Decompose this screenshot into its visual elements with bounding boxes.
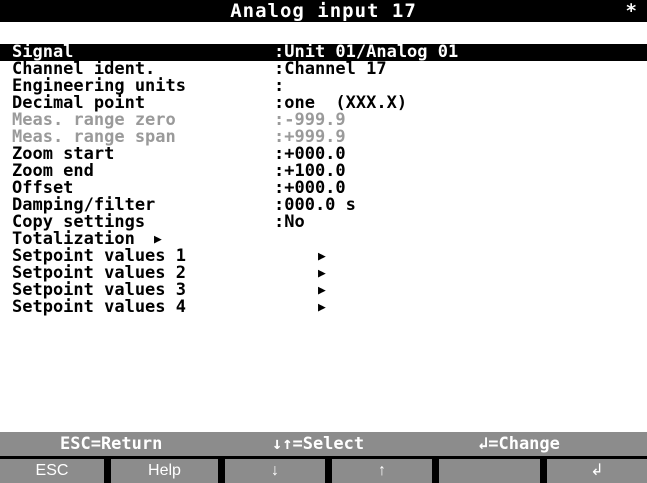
- down-button[interactable]: ↓: [225, 459, 325, 483]
- enter-button[interactable]: ↲: [547, 459, 647, 483]
- submenu-arrow-icon: ▶: [318, 249, 326, 264]
- esc-hint: ESC=Return: [60, 434, 163, 454]
- submenu-arrow-icon: ▶: [318, 283, 326, 298]
- modified-marker: *: [625, 0, 637, 22]
- menu-item-setpoint-values-4[interactable]: Setpoint values 4 ▶: [0, 299, 647, 316]
- blank-softkey[interactable]: [439, 459, 540, 483]
- softkey-bar: ESC Help ↓ ↑ ↲: [0, 456, 647, 483]
- esc-button[interactable]: ESC: [0, 459, 104, 483]
- change-hint: ↲=Change: [478, 434, 560, 454]
- menu-item-value: :No: [274, 212, 305, 232]
- key-hint-bar: ESC=Return ↓↑=Select ↲=Change: [0, 432, 647, 456]
- help-button[interactable]: Help: [111, 459, 218, 483]
- up-button[interactable]: ↑: [332, 459, 432, 483]
- submenu-arrow-icon: ▶: [318, 300, 326, 315]
- screen-title: Analog input 17: [230, 0, 417, 22]
- settings-menu: Signal :Unit 01/Analog 01 Channel ident.…: [0, 44, 647, 316]
- submenu-arrow-icon: ▶: [318, 266, 326, 281]
- menu-item-label: Setpoint values 4: [12, 297, 186, 317]
- menu-item-value: :Channel 17: [274, 59, 387, 79]
- device-screen: Analog input 17 * Signal :Unit 01/Analog…: [0, 0, 647, 483]
- title-bar: Analog input 17 *: [0, 0, 647, 22]
- select-hint: ↓↑=Select: [272, 434, 365, 454]
